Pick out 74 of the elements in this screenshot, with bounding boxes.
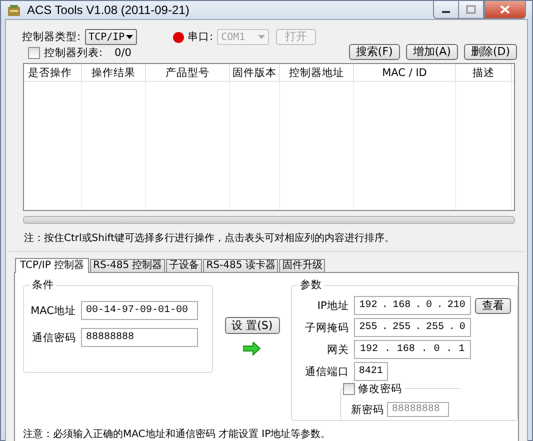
group-title: 参数 [298,278,324,292]
delete-button[interactable]: 删除(D) [464,44,517,60]
footer-note: 注意：必须输入正确的MAC地址和通信密码 才能设置 IP地址等参数。 [23,428,332,441]
window-title: ACS Tools V1.08 (2011-09-21) [27,3,190,17]
app-icon [7,4,21,16]
field-label: 通信密码 [31,330,76,344]
input-field[interactable]: 88888888 [81,328,198,347]
tab[interactable]: RS-485 读卡器 [203,259,278,272]
column-header[interactable]: MAC / ID [354,64,456,81]
dot-separator: . [448,322,455,333]
ip-octet: 0 [459,322,466,333]
ip-octet: 168 [396,344,415,355]
ip-octet: 192 [360,344,378,355]
field-label: 通信端口 [304,364,349,378]
field-label: 新密码 [350,402,384,416]
horizontal-scrollbar[interactable] [23,216,515,224]
add-button[interactable]: 增加(A) [406,44,458,60]
field-label: 网关 [326,342,349,356]
input-field[interactable]: 8421 [354,362,388,381]
ip-octet: 210 [447,300,466,311]
input-field[interactable]: 00-14-97-09-01-00 [81,301,198,320]
ip-octet: 255 [392,322,411,333]
tab[interactable]: TCP/IP 控制器 [15,258,90,273]
ip-octet: 255 [359,322,378,333]
controller-type-dropdown[interactable]: TCP/IP [84,29,137,45]
ip-address-field[interactable]: 255 . 255 . 255 . 0 [354,318,471,337]
column-header[interactable]: 产品型号 [146,64,230,81]
group-title: 条件 [30,278,56,292]
controller-list-label: 控制器列表: [44,46,103,60]
dropdown-arrow-icon [258,35,266,39]
column-header[interactable]: 操作结果 [82,64,146,81]
field-label: MAC地址 [30,304,76,318]
tab[interactable]: 子设备 [166,259,202,272]
search-button[interactable]: 搜索(F) [348,44,400,60]
dot-separator: . [446,344,452,355]
dot-separator: . [436,300,443,311]
column-header[interactable]: 描述 [456,64,512,81]
close-icon [500,5,510,14]
dot-separator: . [382,322,388,333]
hint-text: 注：按住Ctrl或Shift键可选择多行进行操作，点击表头可对相应列的内容进行排序。 [24,232,396,245]
minimize-button[interactable] [433,1,459,19]
dot-separator: . [415,300,422,311]
dot-separator: . [415,322,422,333]
ip-octet: 0 [434,344,440,355]
change-password-checkbox[interactable] [342,383,355,395]
field-label: 子网掩码 [304,320,349,334]
view-button[interactable]: 查看 [474,298,511,314]
ip-octet: 255 [426,322,444,333]
maximize-icon [466,5,476,14]
input-field[interactable]: 88888888 [386,402,449,417]
tab[interactable]: RS-485 控制器 [90,259,166,272]
dot-separator: . [384,344,390,355]
controller-list-checkbox[interactable] [28,47,40,59]
column-header[interactable]: 是否操作 [24,64,82,81]
ip-address-field[interactable]: 192 . 168 . 0 . 210 [354,296,471,315]
port-label: 串口: [188,30,214,44]
controller-type-label: 控制器类型: [22,30,81,44]
ip-octet: 168 [392,300,411,311]
change-password-label: 修改密码 [358,382,402,396]
controller-count: 0/0 [114,47,132,59]
ip-octet: 0 [426,300,432,311]
close-button[interactable] [484,1,526,19]
ip-octet: 192 [359,300,378,311]
column-header[interactable]: 固件版本 [230,64,280,81]
dot-separator: . [421,344,428,355]
field-label: IP地址 [316,298,349,312]
ip-address-field[interactable]: 192 . 168 . 0 . 1 [354,340,471,359]
tab[interactable]: 固件升级 [279,259,326,272]
dot-separator: . [382,300,388,311]
dropdown-arrow-icon [126,35,133,39]
set-button[interactable]: 设 置(S) [224,317,280,334]
right-arrow-icon [243,342,262,356]
ip-octet: 1 [458,344,465,355]
column-header[interactable]: 控制器地址 [280,64,354,81]
